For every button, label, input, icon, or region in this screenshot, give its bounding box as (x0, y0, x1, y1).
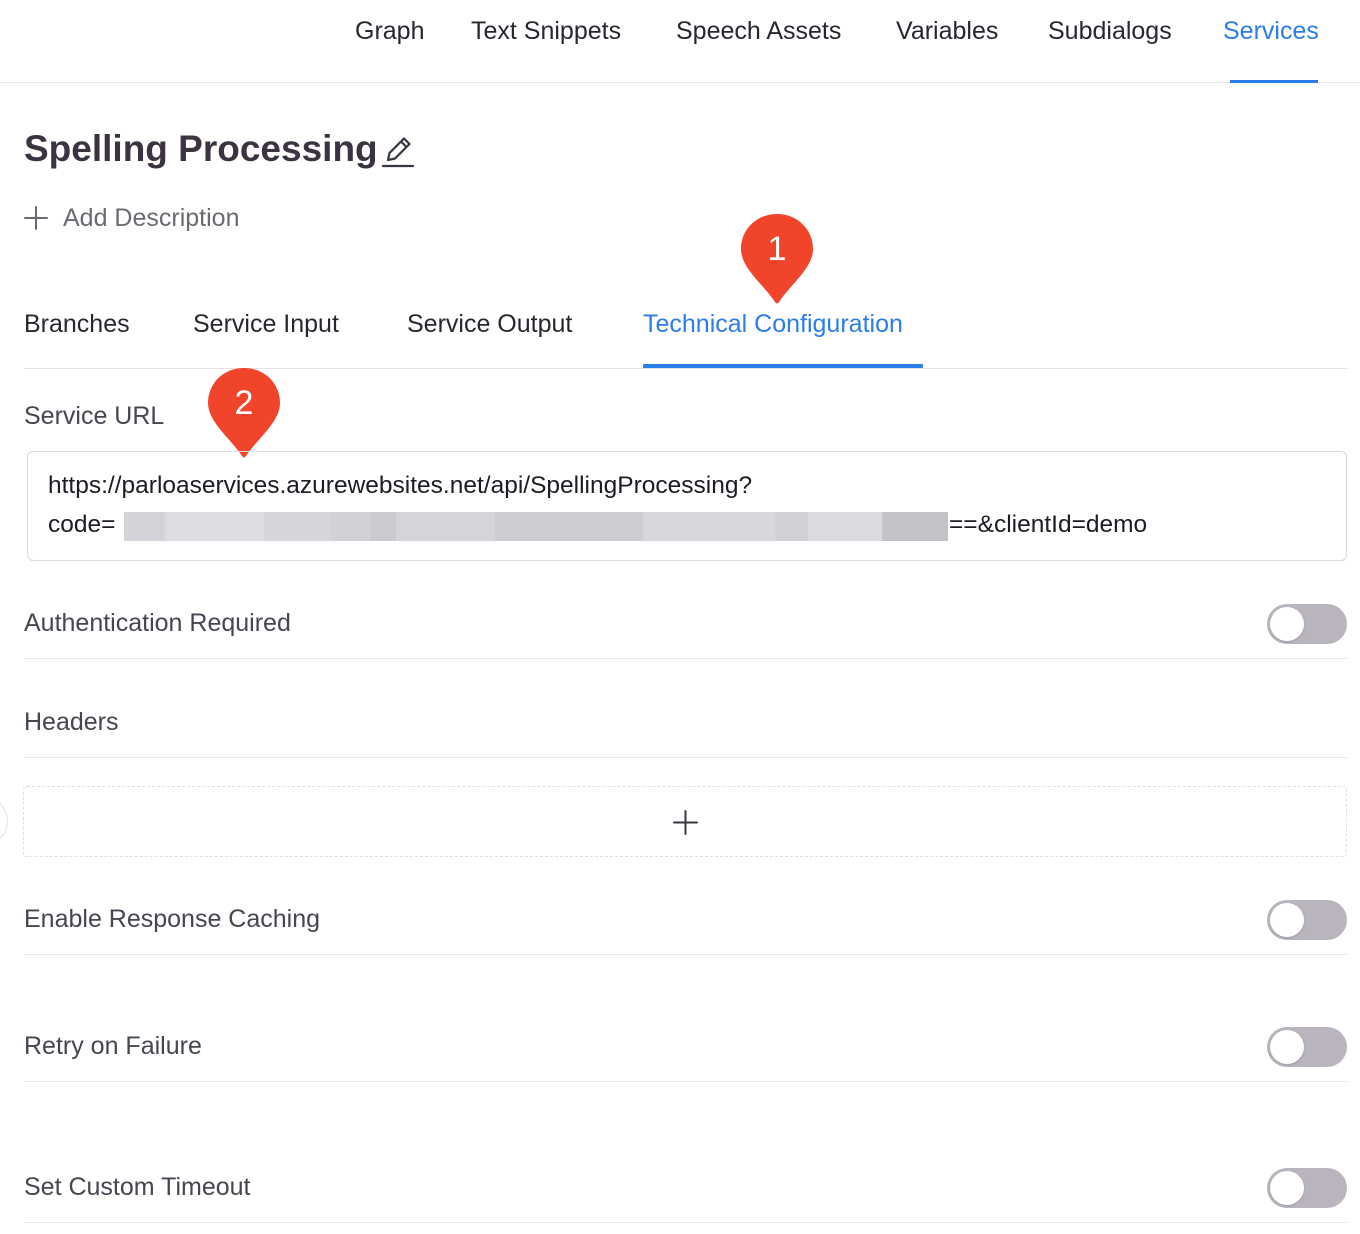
nav-item-subdialogs[interactable]: Subdialogs (1048, 17, 1172, 46)
nav-item-graph[interactable]: Graph (355, 17, 424, 46)
divider (24, 757, 1347, 758)
service-tabs: Branches Service Input Service Output Te… (24, 300, 1347, 369)
plus-icon (673, 810, 698, 835)
service-url-label: Service URL (24, 402, 165, 430)
toggle-knob (1270, 1171, 1304, 1205)
step-marker-number: 2 (234, 384, 254, 422)
step-marker-1: 1 (739, 212, 815, 306)
nav-item-speech-assets[interactable]: Speech Assets (676, 17, 841, 46)
tab-service-input[interactable]: Service Input (193, 310, 339, 339)
step-marker-2: 2 (206, 366, 282, 460)
service-url-code-prefix: code= (48, 511, 116, 538)
service-url-input[interactable]: https://parloaservices.azurewebsites.net… (27, 451, 1347, 561)
service-url-code-suffix: ==&clientId=demo (949, 511, 1148, 538)
enable-response-caching-label: Enable Response Caching (24, 905, 321, 933)
set-custom-timeout-toggle[interactable] (1267, 1168, 1347, 1208)
tab-branches[interactable]: Branches (24, 310, 130, 339)
enable-response-caching-toggle[interactable] (1267, 900, 1347, 940)
retry-on-failure-label: Retry on Failure (24, 1032, 202, 1060)
add-header-button[interactable] (23, 786, 1347, 857)
toggle-knob (1270, 1030, 1304, 1064)
divider (24, 954, 1347, 955)
step-marker-number: 1 (767, 230, 787, 268)
divider (24, 1222, 1347, 1223)
divider (24, 658, 1347, 659)
top-navigation: Graph Text Snippets Speech Assets Variab… (0, 0, 1360, 83)
redacted-code-block (124, 512, 948, 541)
tab-service-output[interactable]: Service Output (407, 310, 572, 339)
nav-item-variables[interactable]: Variables (896, 17, 998, 46)
authentication-required-toggle[interactable] (1267, 604, 1347, 644)
tab-active-indicator (643, 364, 923, 368)
side-panel-handle[interactable] (0, 798, 8, 844)
tab-technical-configuration[interactable]: Technical Configuration (643, 310, 903, 339)
plus-icon (24, 206, 48, 230)
divider (24, 1081, 1347, 1082)
nav-active-indicator (1230, 80, 1318, 83)
page-title: Spelling Processing (24, 128, 378, 169)
nav-item-text-snippets[interactable]: Text Snippets (471, 17, 621, 46)
retry-on-failure-toggle[interactable] (1267, 1027, 1347, 1067)
set-custom-timeout-label: Set Custom Timeout (24, 1173, 251, 1201)
pencil-icon[interactable] (380, 133, 416, 169)
toggle-knob (1270, 903, 1304, 937)
nav-item-services[interactable]: Services (1223, 17, 1319, 46)
add-description-label: Add Description (63, 203, 240, 232)
headers-label: Headers (24, 708, 119, 736)
add-description-button[interactable]: Add Description (24, 202, 239, 234)
toggle-knob (1270, 607, 1304, 641)
authentication-required-label: Authentication Required (24, 609, 291, 637)
service-url-line-1: https://parloaservices.azurewebsites.net… (48, 472, 753, 499)
